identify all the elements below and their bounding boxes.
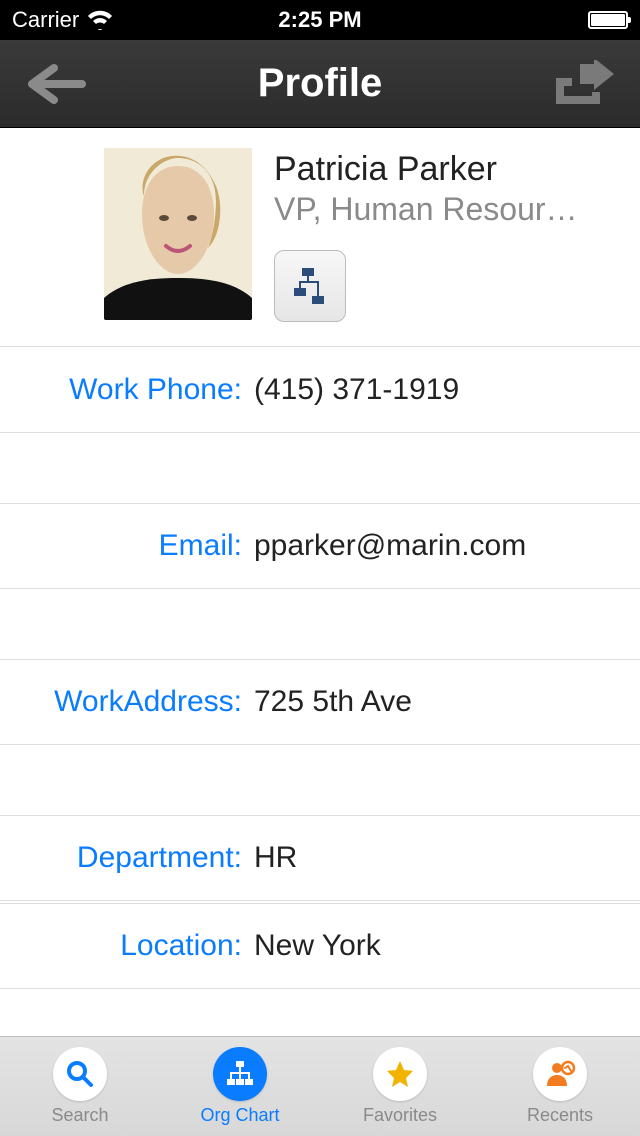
tab-search[interactable]: Search	[0, 1037, 160, 1136]
tab-org-chart[interactable]: Org Chart	[160, 1037, 320, 1136]
location-value: New York	[254, 929, 616, 963]
org-chart-button[interactable]	[274, 250, 346, 322]
department-row[interactable]: Department: HR	[0, 815, 640, 901]
star-icon	[385, 1059, 415, 1089]
work-address-value: 725 5th Ave	[254, 685, 616, 719]
org-chart-icon	[225, 1059, 255, 1089]
work-phone-value: (415) 371-1919	[254, 373, 616, 407]
avatar	[104, 148, 252, 320]
search-icon	[65, 1059, 95, 1089]
email-row[interactable]: Email: pparker@marin.com	[0, 503, 640, 589]
back-button[interactable]	[24, 64, 86, 104]
hierarchy-icon	[290, 266, 330, 306]
department-label: Department:	[24, 841, 254, 875]
profile-header: Patricia Parker VP, Human Resour…	[0, 128, 640, 347]
tab-favorites-label: Favorites	[363, 1105, 437, 1126]
person-title: VP, Human Resour…	[274, 191, 616, 228]
location-label: Location:	[24, 929, 254, 963]
tab-recents[interactable]: Recents	[480, 1037, 640, 1136]
tab-bar: Search Org Chart Favorites	[0, 1036, 640, 1136]
carrier-label: Carrier	[12, 7, 79, 33]
work-phone-row[interactable]: Work Phone: (415) 371-1919	[0, 347, 640, 433]
recents-icon	[544, 1058, 576, 1090]
work-address-row[interactable]: WorkAddress: 725 5th Ave	[0, 659, 640, 745]
email-value: pparker@marin.com	[254, 529, 616, 563]
location-row[interactable]: Location: New York	[0, 903, 640, 989]
tab-recents-label: Recents	[527, 1105, 593, 1126]
work-address-label: WorkAddress:	[24, 685, 254, 719]
wifi-icon	[87, 10, 113, 30]
person-name: Patricia Parker	[274, 150, 616, 189]
status-bar: Carrier 2:25 PM	[0, 0, 640, 40]
profile-content: Patricia Parker VP, Human Resour… Work P…	[0, 128, 640, 1036]
work-phone-label: Work Phone:	[24, 373, 254, 407]
department-value: HR	[254, 841, 616, 875]
nav-header: Profile	[0, 40, 640, 128]
tab-search-label: Search	[51, 1105, 108, 1126]
share-button[interactable]	[550, 60, 616, 108]
tab-favorites[interactable]: Favorites	[320, 1037, 480, 1136]
email-label: Email:	[24, 529, 254, 563]
battery-icon	[588, 11, 628, 29]
clock: 2:25 PM	[278, 7, 361, 33]
tab-org-chart-label: Org Chart	[200, 1105, 279, 1126]
page-title: Profile	[258, 61, 382, 106]
